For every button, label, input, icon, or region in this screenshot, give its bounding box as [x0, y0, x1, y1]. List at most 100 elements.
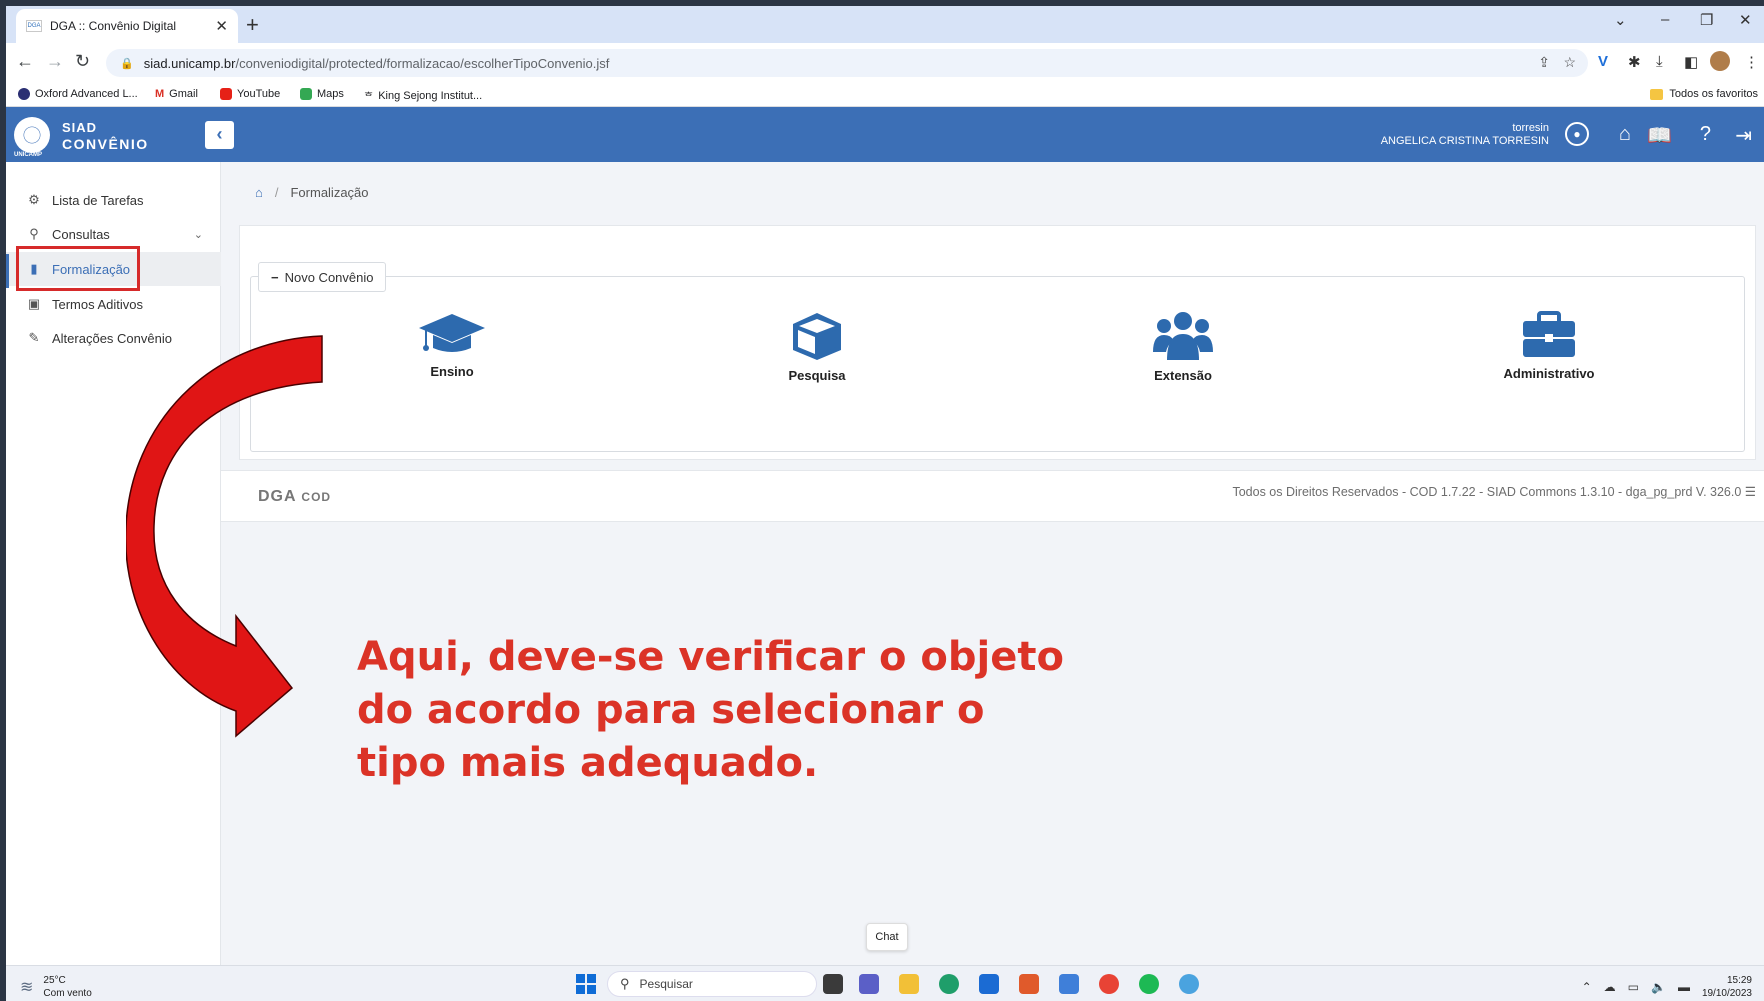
profile-avatar[interactable] — [1710, 51, 1730, 71]
tab-title: DGA :: Convênio Digital — [50, 19, 177, 33]
bookmark-star-icon[interactable]: ☆ — [1563, 54, 1576, 71]
forward-icon[interactable]: → — [46, 51, 64, 72]
sidebar-item-lista-tarefas[interactable]: ⚙ Lista de Tarefas — [6, 183, 221, 217]
address-bar[interactable]: 🔒 siad.unicamp.br/conveniodigital/protec… — [106, 49, 1588, 77]
collapse-sidebar-button[interactable]: ‹ — [205, 121, 234, 149]
bookmark-label: Gmail — [169, 88, 198, 100]
bookmark-youtube[interactable]: YouTube — [220, 88, 280, 100]
bookmark-maps[interactable]: Maps — [300, 88, 344, 100]
taskbar-search[interactable]: ⚲ Pesquisar — [607, 971, 817, 997]
chat-tooltip: Chat — [866, 923, 908, 951]
help-icon[interactable]: ? — [1700, 123, 1711, 146]
minus-icon: − — [271, 269, 279, 285]
breadcrumb: ⌂ / Formalização — [239, 174, 1756, 210]
back-icon[interactable]: ← — [16, 51, 34, 72]
url-host: siad.unicamp.br — [143, 55, 236, 71]
option-extensao[interactable]: Extensão — [1123, 310, 1243, 383]
chevron-up-icon[interactable]: ⌃ — [1582, 980, 1592, 994]
novo-convenio-toggle[interactable]: − Novo Convênio — [258, 262, 387, 292]
globe-app-icon[interactable] — [1179, 974, 1199, 994]
menu-kebab-icon[interactable]: ⋮ — [1744, 53, 1759, 71]
chat-teams-icon[interactable] — [859, 974, 879, 994]
calendar-plus-icon: ▣ — [27, 296, 41, 311]
bookmark-label: Maps — [317, 88, 344, 100]
legend-label: Novo Convênio — [284, 269, 374, 285]
snipping-tool-icon[interactable] — [1019, 974, 1039, 994]
network-icon[interactable]: ▭ — [1628, 980, 1639, 994]
youtube-icon — [220, 88, 232, 100]
restore-button[interactable]: ❐ — [1700, 11, 1713, 29]
active-indicator — [6, 254, 9, 288]
annotation-line-3: tipo mais adequado. — [357, 740, 819, 786]
spotify-icon[interactable] — [1139, 974, 1159, 994]
all-bookmarks[interactable]: Todos os favoritos — [1650, 88, 1758, 100]
weather-widget[interactable]: ≋ 25°C Com vento — [20, 974, 92, 1000]
option-ensino[interactable]: Ensino — [392, 310, 512, 379]
gear-icon: ⚙ — [28, 192, 40, 207]
home-icon[interactable]: ⌂ — [255, 185, 263, 200]
temperature: 25°C — [43, 975, 66, 986]
chevron-down-icon: ⌄ — [193, 228, 203, 241]
book-icon[interactable]: 📖 — [1647, 123, 1672, 148]
sidebar-item-label: Consultas — [52, 226, 110, 242]
browser-tabstrip: DGA DGA :: Convênio Digital ✕ + ⌄ – ❐ ✕ — [6, 6, 1764, 43]
annotation-line-1: Aqui, deve-se verificar o objeto — [357, 634, 1064, 680]
logo-caption: UNICAMP — [14, 152, 42, 158]
user-circle-icon[interactable]: ● — [1565, 122, 1589, 146]
close-window-button[interactable]: ✕ — [1739, 11, 1752, 29]
sidebar-item-termos-aditivos[interactable]: ▣ Termos Aditivos — [6, 287, 221, 321]
app-header: UNICAMP SIAD CONVÊNIO ‹ torresin ANGELIC… — [6, 107, 1764, 162]
minimize-button[interactable]: – — [1661, 11, 1669, 28]
user-fullname: ANGELICA CRISTINA TORRESIN — [1380, 135, 1549, 147]
bookmark-oxford[interactable]: Oxford Advanced L... — [18, 88, 138, 100]
option-label: Pesquisa — [788, 368, 846, 383]
windows-taskbar: ≋ 25°C Com vento ⚲ Pesquisar ⌃ ☁ ▭ 🔈 ▬ 1… — [6, 965, 1764, 1001]
page-footer: DGA COD Todos os Direitos Reservados - C… — [221, 470, 1764, 522]
bookmark-label: Oxford Advanced L... — [35, 88, 138, 100]
windows-start-icon[interactable] — [576, 974, 596, 994]
home-icon[interactable]: ⌂ — [1619, 123, 1631, 146]
maps-icon — [300, 88, 312, 100]
screen: DGA DGA :: Convênio Digital ✕ + ⌄ – ❐ ✕ … — [6, 6, 1764, 1001]
reload-icon[interactable]: ↻ — [75, 51, 90, 72]
option-administrativo[interactable]: Administrativo — [1489, 310, 1609, 381]
side-panel-icon[interactable]: ◧ — [1684, 53, 1698, 71]
edit-icon: ✎ — [28, 330, 40, 345]
tab-search-icon[interactable]: ⌄ — [1614, 11, 1627, 29]
logout-icon[interactable]: ⇥ — [1735, 123, 1752, 148]
lock-icon: 🔒 — [120, 57, 134, 70]
breadcrumb-separator: / — [274, 184, 279, 200]
bookmark-label: King Sejong Institut... — [378, 89, 483, 102]
wind-icon: ≋ — [20, 978, 34, 996]
extensions-puzzle-icon[interactable]: ✱ — [1628, 53, 1641, 71]
download-icon[interactable]: ⤓ — [1656, 53, 1663, 70]
file-explorer-icon[interactable] — [899, 974, 919, 994]
username: torresin — [1512, 122, 1549, 134]
chrome-icon[interactable] — [1099, 974, 1119, 994]
task-view-icon[interactable] — [823, 974, 843, 994]
new-tab-button[interactable]: + — [246, 12, 259, 38]
users-icon — [1153, 312, 1213, 360]
volume-icon[interactable]: 🔈 — [1651, 980, 1666, 994]
option-pesquisa[interactable]: Pesquisa — [757, 310, 877, 383]
highlight-box-annotation — [16, 246, 140, 291]
sidebar-item-label: Termos Aditivos — [52, 296, 144, 312]
battery-icon[interactable]: ▬ — [1678, 980, 1690, 994]
close-tab-icon[interactable]: ✕ — [215, 17, 228, 35]
extension-v-icon[interactable]: V — [1598, 53, 1608, 70]
clock[interactable]: 15:29 19/10/2023 — [1702, 974, 1752, 1000]
cube-icon — [793, 313, 841, 360]
clock-time: 15:29 — [1726, 975, 1752, 986]
bookmark-king-sejong[interactable]: ᄒ King Sejong Institut... — [364, 88, 483, 104]
bookmark-gmail[interactable]: M Gmail — [155, 88, 198, 100]
notepad-icon[interactable] — [1059, 974, 1079, 994]
option-label: Ensino — [430, 364, 474, 379]
edge-icon[interactable] — [939, 974, 959, 994]
cloud-icon[interactable]: ☁ — [1604, 980, 1616, 994]
store-icon[interactable] — [979, 974, 999, 994]
king-sejong-icon: ᄒ — [364, 92, 374, 103]
taskbar-search-placeholder: Pesquisar — [639, 977, 693, 991]
browser-tab[interactable]: DGA DGA :: Convênio Digital ✕ — [16, 9, 238, 43]
system-tray: ⌃ ☁ ▭ 🔈 ▬ 15:29 19/10/2023 — [1582, 974, 1752, 1000]
share-icon[interactable]: ⇪ — [1538, 54, 1550, 71]
